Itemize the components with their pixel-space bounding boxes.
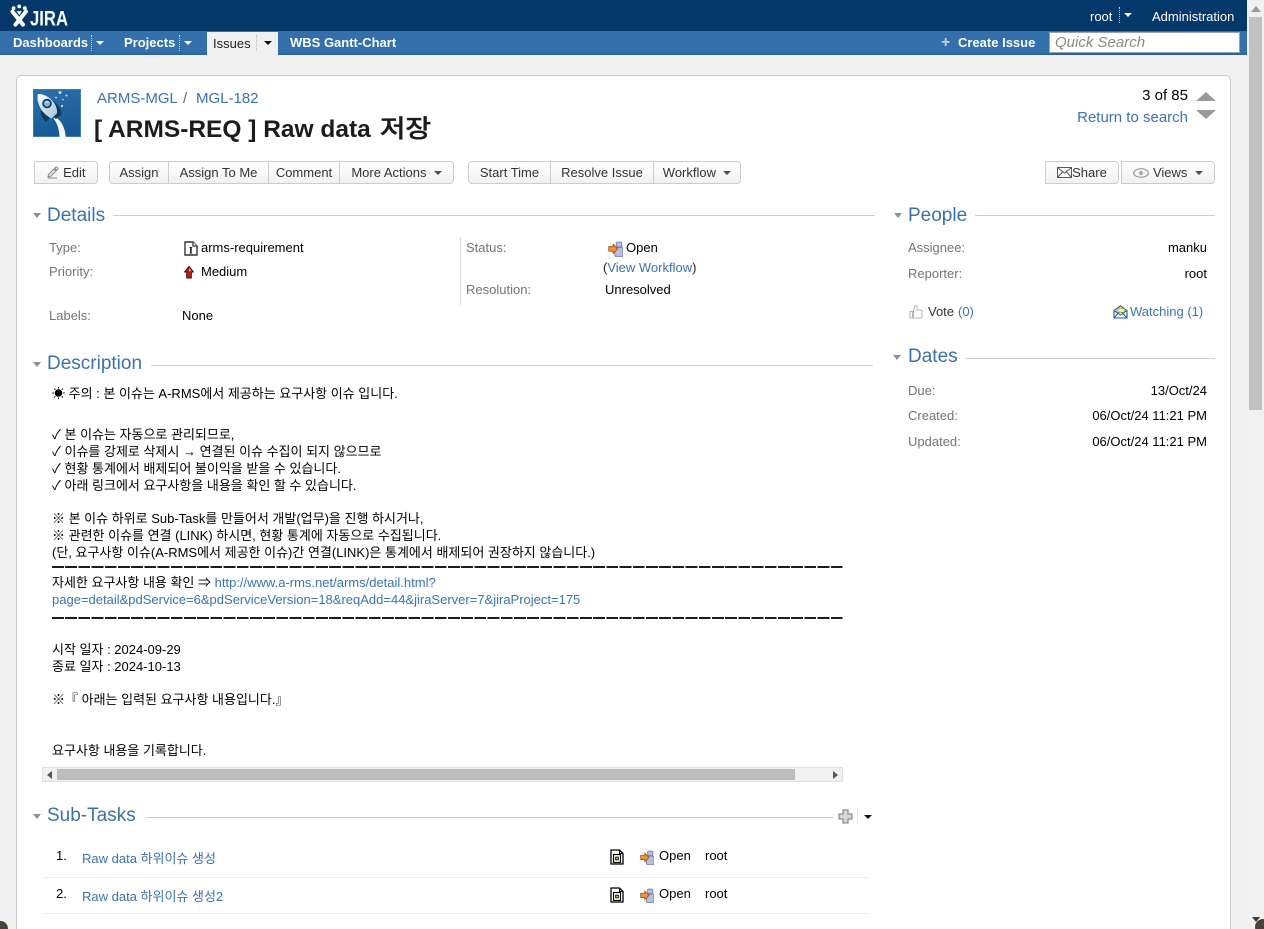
svg-text:I: I [189,246,193,256]
